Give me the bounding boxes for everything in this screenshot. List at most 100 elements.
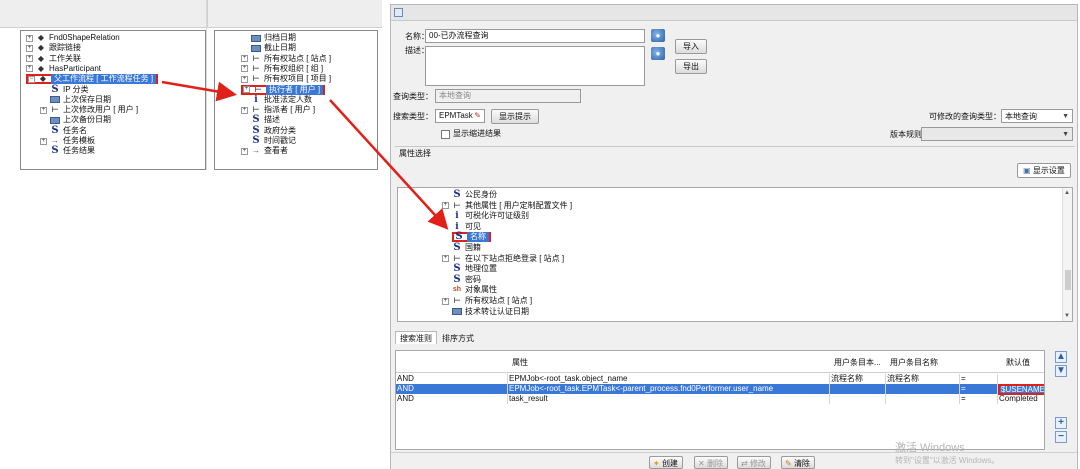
tree-item[interactable]: + ◆ HasParticipant	[26, 64, 101, 74]
expand-toggle-icon[interactable]: +	[40, 106, 47, 114]
tree-item-label: 描述	[264, 115, 280, 125]
cell-op[interactable]: =	[960, 384, 998, 394]
clear-button[interactable]: ✎ 清除	[781, 456, 815, 469]
attr-tree-item[interactable]: S 地理位置	[452, 264, 497, 274]
attr-tree-item[interactable]: + ⊢ 在以下站点拒绝登录 [ 站点 ]	[442, 254, 564, 264]
expand-toggle-icon[interactable]: +	[40, 137, 47, 145]
tree-item[interactable]: + ⊢ 所有权站点 [ 站点 ]	[241, 54, 331, 64]
cell-ue-name[interactable]	[886, 384, 960, 394]
expand-toggle-icon[interactable]: +	[243, 86, 250, 93]
tree-item[interactable]: S 任务名	[50, 125, 87, 136]
scroll-up-icon[interactable]: ▲	[1064, 190, 1070, 196]
pick-class-icon[interactable]: ✎	[474, 110, 481, 122]
desc-lookup-icon[interactable]: ●	[651, 47, 665, 60]
attr-tree-item[interactable]: S 公民身份	[452, 190, 497, 200]
expand-toggle-icon[interactable]: +	[241, 65, 248, 73]
search-type-field[interactable]: EPMTask ✎	[435, 109, 485, 123]
expand-toggle-icon[interactable]: +	[241, 106, 248, 114]
attr-tree-item[interactable]: S 名称	[452, 232, 491, 243]
export-button[interactable]: 导出	[675, 59, 707, 74]
tree-item[interactable]: + ⊢ 所有权组织 [ 组 ]	[241, 64, 323, 74]
delete-button[interactable]: ✕ 删除	[694, 456, 728, 469]
table-row[interactable]: AND EPMJob<-root_task.object_name 流程名称 流程名称…	[396, 374, 1044, 384]
cell-ue-name[interactable]	[886, 394, 960, 404]
tree-item[interactable]: 上次保存日期	[50, 95, 111, 105]
tree-item[interactable]: S 描述	[251, 115, 280, 125]
cell-attr[interactable]: EPMJob<-root_task.EPMTask<-parent_proces…	[508, 384, 830, 394]
tree-item[interactable]: + ◆ Fnd0ShapeRelation	[26, 33, 120, 43]
expand-toggle-icon[interactable]: +	[241, 75, 248, 83]
tab-search-criteria[interactable]: 搜索准则	[395, 331, 437, 344]
attr-tree-item[interactable]: i 可见	[452, 222, 481, 232]
move-up-icon[interactable]: ▲	[1055, 351, 1067, 363]
expand-toggle-icon[interactable]: +	[442, 202, 449, 210]
expand-toggle-icon[interactable]: +	[241, 147, 248, 155]
attr-tree-item[interactable]: + ⊢ 所有权站点 [ 站点 ]	[442, 296, 532, 306]
cell-ue-l10n[interactable]	[830, 394, 886, 404]
tree-item[interactable]: i 批准法定人数	[251, 95, 312, 105]
description-input[interactable]	[425, 46, 645, 86]
tree-item[interactable]: + ◆ 工作关联	[26, 54, 81, 64]
cell-default[interactable]	[998, 374, 1044, 384]
expand-toggle-icon[interactable]: +	[442, 297, 449, 305]
show-hint-button[interactable]: 显示提示	[491, 109, 539, 124]
cell-logic[interactable]: AND	[396, 384, 508, 394]
show-settings-button[interactable]: ▣ 显示设置	[1017, 163, 1071, 178]
cell-logic[interactable]: AND	[396, 374, 508, 384]
tree-item[interactable]: 上次备份日期	[50, 115, 111, 125]
remove-row-icon[interactable]: −	[1055, 431, 1067, 443]
modifiable-type-select[interactable]: 本地查询 ▼	[1001, 109, 1073, 123]
cell-op[interactable]: =	[960, 394, 998, 404]
attr-tree-item[interactable]: S 国籍	[452, 243, 481, 253]
cell-attr[interactable]: EPMJob<-root_task.object_name	[508, 374, 830, 384]
cell-logic[interactable]: AND	[396, 394, 508, 404]
table-row[interactable]: AND EPMJob<-root_task.EPMTask<-parent_pro…	[396, 384, 1044, 395]
show-indented-checkbox[interactable]	[441, 130, 450, 139]
expand-toggle-icon[interactable]: +	[26, 44, 33, 52]
tree-item[interactable]: + ⊢ 所有权项目 [ 项目 ]	[241, 74, 331, 84]
expand-toggle-icon[interactable]: +	[26, 65, 33, 73]
cell-ue-name[interactable]: 流程名称	[886, 374, 960, 384]
attr-tree-item[interactable]: sh 对象属性	[452, 285, 497, 295]
attribute-tree[interactable]: S 公民身份 + ⊢ 其他属性 [ 用户定制配置文件 ] i 可税化许可证级别 i 可见 S 名称 S…	[397, 187, 1073, 322]
expand-toggle-icon[interactable]: −	[28, 75, 35, 83]
tree-item[interactable]: 截止日期	[251, 43, 296, 53]
query-icon[interactable]	[394, 8, 403, 17]
attr-tree-item[interactable]: i 可税化许可证级别	[452, 211, 529, 221]
table-row[interactable]: AND task_result = Completed	[396, 394, 1044, 404]
tree-item[interactable]: − ◆ 父工作流程 [ 工作流程任务 ]	[26, 74, 159, 85]
expand-toggle-icon[interactable]: +	[26, 55, 33, 63]
tree-item[interactable]: + ◆ 跟踪链接	[26, 43, 81, 53]
tree-item[interactable]: + → 任务模板	[40, 136, 95, 146]
scroll-thumb[interactable]	[1065, 270, 1071, 290]
tree-item[interactable]: S 任务结果	[50, 146, 95, 156]
tree-item[interactable]: + ⊢ 执行者 [ 用户 ]	[241, 84, 326, 95]
create-button[interactable]: ✦ 创建	[649, 456, 683, 469]
add-row-icon[interactable]: +	[1055, 417, 1067, 429]
cell-ue-l10n[interactable]: 流程名称	[830, 374, 886, 384]
tree-item[interactable]: S 时间戳记	[251, 136, 296, 146]
tree-item[interactable]: S IP 分类	[50, 84, 88, 95]
attr-tree-item[interactable]: 技术转让认证日期	[452, 307, 529, 317]
cell-ue-l10n[interactable]	[830, 384, 886, 394]
expand-toggle-icon[interactable]: +	[241, 55, 248, 63]
cell-attr[interactable]: task_result	[508, 394, 830, 404]
scroll-down-icon[interactable]: ▼	[1064, 313, 1070, 319]
version-rule-select[interactable]: ▼	[921, 127, 1073, 141]
tree-item[interactable]: + ⊢ 上次修改用户 [ 用户 ]	[40, 105, 138, 115]
name-lookup-icon[interactable]: ●	[651, 29, 665, 42]
import-button[interactable]: 导入	[675, 39, 707, 54]
tree-item[interactable]: 归档日期	[251, 33, 296, 43]
attr-tree-item[interactable]: S 密码	[452, 274, 481, 285]
cell-op[interactable]: =	[960, 374, 998, 384]
cell-default[interactable]: Completed	[998, 394, 1044, 404]
attr-tree-scrollbar[interactable]: ▲ ▼	[1062, 188, 1072, 321]
modify-button[interactable]: ⇄ 修改	[737, 456, 771, 469]
expand-toggle-icon[interactable]: +	[26, 34, 33, 42]
name-input[interactable]: 00-已办流程查询	[425, 29, 645, 43]
move-down-icon[interactable]: ▼	[1055, 365, 1067, 377]
attr-tree-item[interactable]: + ⊢ 其他属性 [ 用户定制配置文件 ]	[442, 201, 572, 211]
tab-sort-order[interactable]: 排序方式	[437, 331, 474, 344]
expand-toggle-icon[interactable]: +	[442, 255, 449, 263]
tree-item[interactable]: + → 查看者	[241, 146, 288, 156]
